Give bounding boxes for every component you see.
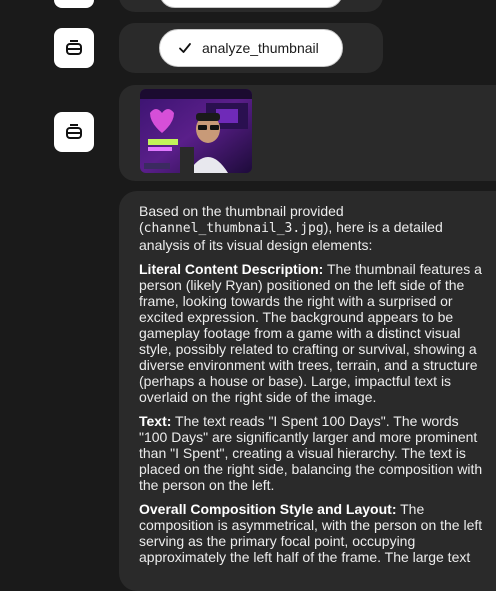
section-composition: Overall Composition Style and Layout: Th…	[139, 501, 483, 565]
thumbnail-image[interactable]	[140, 89, 252, 173]
section-text: Text: The text reads "I Spent 100 Days".…	[139, 413, 483, 493]
agent-avatar	[54, 112, 94, 152]
response-intro: Based on the thumbnail provided (channel…	[139, 203, 443, 253]
tool-call-label: analyze_thumbnail	[202, 40, 319, 56]
check-icon	[179, 43, 191, 53]
robot-icon	[66, 124, 82, 139]
robot-icon	[66, 40, 82, 55]
tool-call-pill[interactable]: analyze_thumbnail	[159, 29, 343, 67]
filename-code: channel_thumbnail_3.jpg	[143, 221, 324, 236]
response-text: Based on the thumbnail provided (channel…	[139, 203, 489, 573]
agent-avatar	[54, 0, 94, 8]
section-literal-content: Literal Content Description: The thumbna…	[139, 261, 482, 405]
agent-avatar	[54, 28, 94, 68]
tool-call-pill[interactable]	[159, 0, 343, 8]
